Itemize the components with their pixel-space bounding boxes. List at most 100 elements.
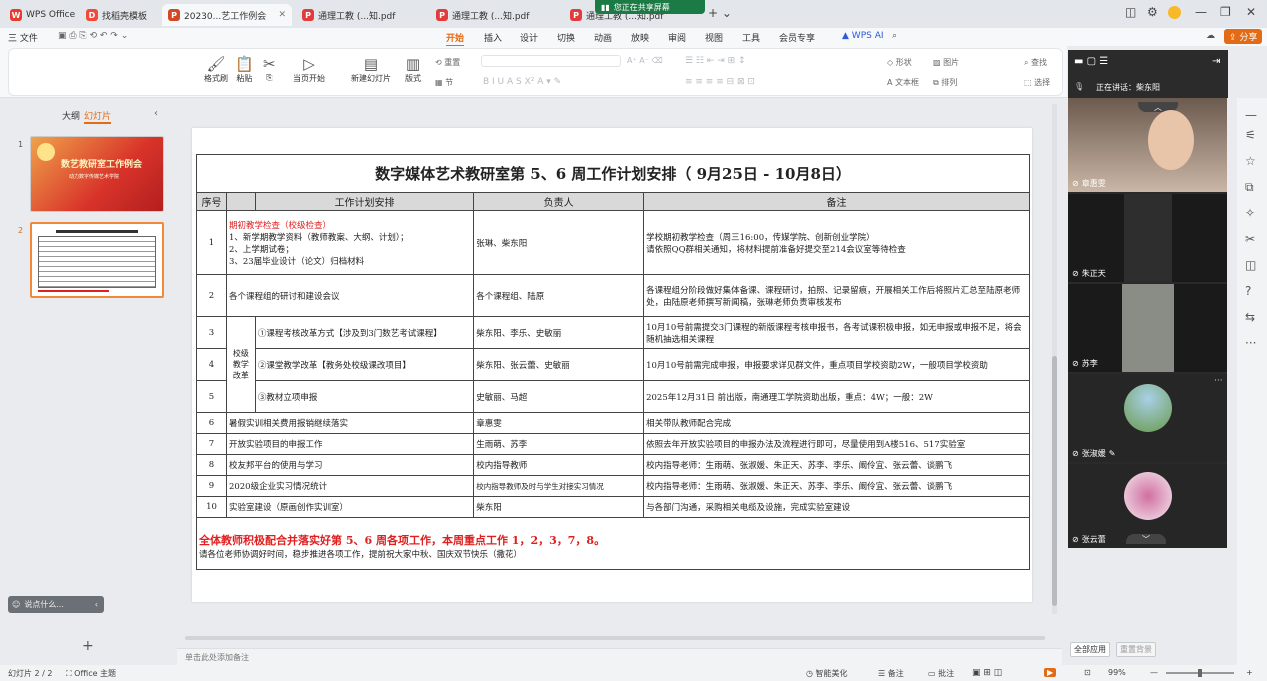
font-style-tools[interactable]: B I U A S X² A ▾ ✎	[483, 77, 561, 87]
exit-icon[interactable]: ⇥	[1212, 56, 1220, 67]
fit-icon[interactable]: ⊡	[1084, 668, 1091, 677]
align-tools[interactable]: ≡ ≡ ≡ ≡ ⊟ ⊠ ⊡	[685, 77, 755, 87]
screen-share-banner[interactable]: ▮▮ 您正在共享屏幕	[595, 0, 705, 14]
chevron-down-icon[interactable]: ﹀	[1126, 534, 1166, 544]
animation-icon[interactable]: ✧	[1245, 206, 1255, 220]
format-painter-button[interactable]: 🖌 格式刷	[204, 55, 228, 84]
zoom-in-icon[interactable]: +	[1246, 668, 1253, 677]
menu-insert[interactable]: 插入	[484, 31, 502, 44]
new-tab-icon[interactable]: + ⌄	[708, 6, 732, 20]
comment-input[interactable]: ☺ 说点什么... ‹	[8, 596, 104, 613]
tab-pdf-1[interactable]: P 通理工教 (...知.pdf	[296, 4, 426, 26]
adjust-icon[interactable]: ⚟	[1245, 128, 1256, 142]
tab-slides[interactable]: 幻灯片	[84, 109, 112, 124]
play-from-current-button[interactable]: ▷ 当页开始	[293, 55, 325, 84]
find-button[interactable]: ⌕ 查找	[1024, 57, 1047, 68]
meeting-window-controls[interactable]: ▬ ▢ ☰	[1074, 56, 1108, 67]
slide-thumbnail-1[interactable]: 数艺教研室工作例会 动力数字传媒艺术学院	[30, 136, 164, 212]
horizontal-scrollbar[interactable]	[185, 636, 1045, 640]
menu-home[interactable]: 开始	[446, 31, 465, 47]
right-toolbar: — ⚟ ☆ ⧉ ✧ ✂ ◫ ? ⇆ ···	[1237, 98, 1267, 665]
more-options-icon[interactable]: ···	[1214, 376, 1223, 386]
notes-pane[interactable]: 单击此处添加备注	[177, 648, 1062, 665]
layout-icon[interactable]: ◫	[1125, 5, 1136, 19]
view-buttons[interactable]: ▣ ⊞ ◫	[972, 668, 1002, 678]
font-size-tools[interactable]: A⁺ A⁻ ⌫	[627, 56, 663, 65]
slide-canvas[interactable]: 数字媒体艺术教研室第 5、6 周工作计划安排（ 9月25日 - 10月8日） 序…	[192, 128, 1032, 602]
textbox-button[interactable]: A 文本框	[887, 77, 919, 88]
tab-wps-office[interactable]: W WPS Office	[4, 4, 78, 26]
quick-access-toolbar[interactable]: ▣ ⎙ ⎘ ⟲ ↶ ↷ ⌄	[58, 31, 128, 41]
share-button[interactable]: ⇪ 分享	[1224, 29, 1263, 44]
share-icon[interactable]: ⇆	[1245, 310, 1255, 324]
menu-view[interactable]: 视图	[705, 31, 723, 44]
chevron-left-icon[interactable]: ‹	[95, 600, 98, 609]
restore-icon[interactable]: ❐	[1220, 5, 1231, 19]
header-note: 备注	[643, 192, 1030, 211]
theme-button[interactable]: ⛶ Office 主题	[66, 668, 116, 679]
beautify-icon: ◷	[806, 669, 816, 678]
paste-button[interactable]: 📋 粘贴	[235, 55, 254, 84]
minimize-icon[interactable]: —	[1195, 5, 1207, 19]
cloud-icon[interactable]: ☁	[1206, 31, 1215, 41]
search-icon[interactable]: ⌕	[892, 31, 897, 41]
menu-tools[interactable]: 工具	[742, 31, 760, 44]
menu-member[interactable]: 会员专享	[779, 31, 815, 44]
comments-button[interactable]: ▭ 批注	[928, 668, 954, 679]
paragraph-tools[interactable]: ☰ ☷ ⇤ ⇥ ⊞ ↕	[685, 56, 746, 66]
star-icon[interactable]: ☆	[1245, 154, 1256, 168]
slideshow-play-button[interactable]: ▶	[1044, 668, 1057, 677]
tools-icon[interactable]: ✂	[1245, 232, 1255, 246]
layout-icon[interactable]: ◫	[1245, 258, 1256, 272]
zoom-slider-thumb[interactable]	[1198, 669, 1202, 677]
zoom-level[interactable]: 99%	[1108, 668, 1126, 677]
reset-button[interactable]: ⟲ 重置	[435, 57, 460, 68]
menu-animation[interactable]: 动画	[594, 31, 612, 44]
plan-cell: 期初教学检查（校级检查） 1、新学期教学资料（教师教案、大纲、计划）； 2、上学期…	[225, 210, 475, 275]
tab-docer[interactable]: D 找稻壳模板	[80, 4, 160, 26]
mic-off-icon: ⊘	[1072, 535, 1079, 544]
minus-icon[interactable]: —	[1245, 108, 1257, 122]
menu-review[interactable]: 审阅	[668, 31, 686, 44]
collapse-panel-icon[interactable]: ‹	[154, 108, 158, 119]
video-tile[interactable]: ﹀ ⊘ 张云蕾	[1068, 464, 1227, 548]
font-family-select[interactable]	[481, 55, 621, 67]
vertical-scrollbar[interactable]	[1052, 104, 1057, 614]
file-menu[interactable]: 三 文件	[8, 31, 38, 44]
apply-all-button[interactable]: 全部应用	[1070, 642, 1110, 657]
avatar[interactable]	[1168, 6, 1181, 19]
smart-beautify-button[interactable]: ◷ 智能美化	[806, 668, 848, 679]
help-icon[interactable]: ?	[1245, 284, 1251, 298]
skin-icon[interactable]: ⚙	[1147, 5, 1158, 19]
video-tile[interactable]: ︿ ⊘ 章惠雯	[1068, 98, 1227, 192]
new-slide-button[interactable]: ▤ 新建幻灯片	[351, 55, 391, 84]
tab-pdf-2[interactable]: P 通理工教 (...知.pdf	[430, 4, 560, 26]
tab-outline[interactable]: 大纲	[62, 109, 80, 122]
add-slide-button[interactable]: +	[82, 638, 94, 654]
slide-thumbnail-2[interactable]	[30, 222, 164, 298]
menu-design[interactable]: 设计	[520, 31, 538, 44]
section-button[interactable]: ▦ 节	[435, 77, 453, 88]
cut-copy-group[interactable]: ✂ ⎘	[263, 55, 276, 83]
video-tile[interactable]: ··· ⊘ 张淑媛 ✎	[1068, 374, 1227, 462]
notes-button[interactable]: ☰ 备注	[878, 668, 904, 679]
zoom-slider[interactable]	[1166, 669, 1234, 677]
layout-button[interactable]: ▥ 版式	[405, 55, 421, 84]
video-tile[interactable]: ⊘ 苏李	[1068, 284, 1227, 372]
reset-background-button[interactable]: 重置背景	[1116, 642, 1156, 657]
copy-icon[interactable]: ⧉	[1245, 180, 1254, 195]
select-button[interactable]: ⬚ 选择	[1024, 77, 1050, 88]
tab-presentation[interactable]: P 20230...艺工作例会 ✕	[162, 4, 292, 26]
menu-transition[interactable]: 切换	[557, 31, 575, 44]
close-tab-icon[interactable]: ✕	[278, 10, 286, 20]
wps-ai-button[interactable]: ▲ WPS AI	[842, 31, 884, 41]
picture-button[interactable]: ▨ 图片	[933, 57, 959, 68]
zoom-out-icon[interactable]: —	[1150, 668, 1158, 677]
menu-slideshow[interactable]: 放映	[631, 31, 649, 44]
more-icon[interactable]: ···	[1245, 336, 1256, 350]
video-tile[interactable]: ⊘ 朱正天	[1068, 194, 1227, 282]
arrange-button[interactable]: ⧉ 排列	[933, 77, 957, 88]
close-icon[interactable]: ✕	[1246, 5, 1256, 19]
shape-button[interactable]: ◇ 形状	[887, 57, 912, 68]
scroll-thumb[interactable]	[1052, 356, 1057, 606]
